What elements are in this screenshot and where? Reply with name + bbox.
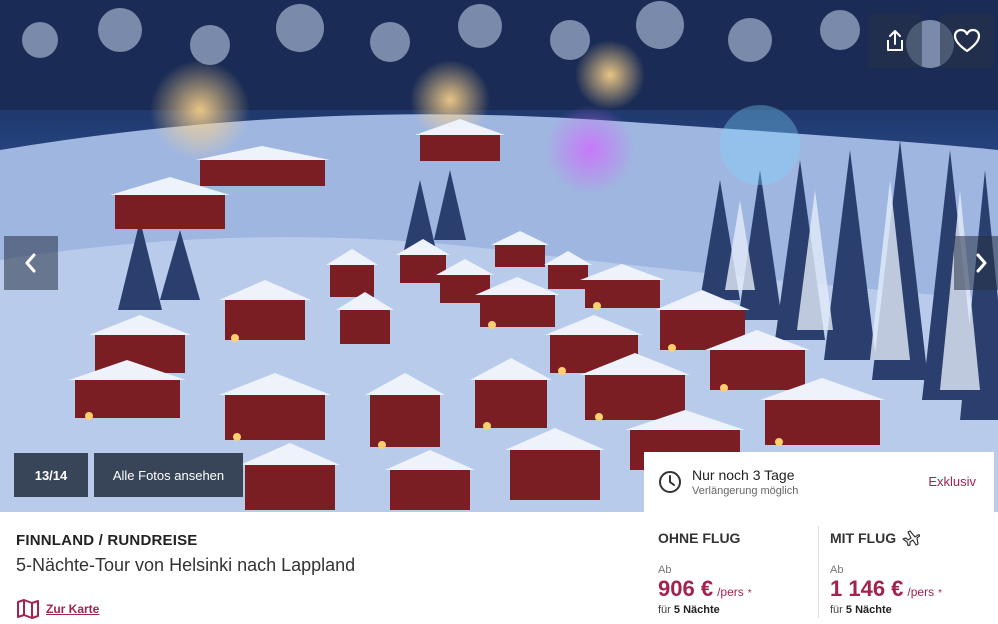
price-asterisk: * xyxy=(747,588,752,599)
price-nights: 5 Nächte xyxy=(845,604,892,616)
price-per: /pers xyxy=(717,585,744,599)
price-for: für xyxy=(658,604,671,616)
map-icon xyxy=(17,599,39,619)
price-value: 1 146 € xyxy=(830,576,904,601)
chevron-right-icon xyxy=(976,253,987,273)
promo-box: Nur noch 3 Tage Verlängerung möglich Exk… xyxy=(644,452,994,512)
tour-category: FINNLAND / RUNDREISE xyxy=(16,532,198,549)
next-photo-button[interactable] xyxy=(954,236,998,290)
clock-icon xyxy=(659,471,681,493)
favorite-button[interactable] xyxy=(940,14,994,68)
price-nights-line: für 5 Nächte xyxy=(658,604,752,616)
photo-counter: 13/14 xyxy=(14,453,88,497)
price-with-flight[interactable]: MIT FLUG Ab 1 146 € /pers * für 5 Nächte xyxy=(830,530,942,616)
price-label: OHNE FLUG xyxy=(658,530,741,546)
airplane-icon xyxy=(902,530,921,546)
price-from: Ab xyxy=(830,564,844,576)
price-from: Ab xyxy=(658,564,672,576)
map-link-label[interactable]: Zur Karte xyxy=(46,602,99,616)
heart-icon xyxy=(953,28,981,53)
map-link[interactable]: Zur Karte xyxy=(16,598,99,620)
share-icon xyxy=(887,30,903,51)
share-button[interactable] xyxy=(868,14,922,68)
snowy-village-photo xyxy=(0,0,998,512)
price-per: /pers xyxy=(907,585,935,599)
promo-title: Nur noch 3 Tage xyxy=(692,467,795,483)
chevron-left-icon xyxy=(25,253,36,273)
gallery-image[interactable]: 13/14 Alle Fotos ansehen Nur noch 3 Tage… xyxy=(0,0,998,512)
tour-info: FINNLAND / RUNDREISE 5-Nächte-Tour von H… xyxy=(16,532,355,576)
price-for: für xyxy=(830,604,843,616)
price-nights: 5 Nächte xyxy=(673,604,720,616)
prev-photo-button[interactable] xyxy=(4,236,58,290)
exclusive-badge: Exklusiv xyxy=(928,474,976,489)
price-without-flight[interactable]: OHNE FLUG Ab 906 € /pers * für 5 Nächte xyxy=(658,530,752,616)
price-label: MIT FLUG xyxy=(830,530,897,546)
price-asterisk: * xyxy=(938,588,942,599)
price-value: 906 € xyxy=(658,576,714,601)
price-divider xyxy=(818,526,819,618)
tour-title: 5-Nächte-Tour von Helsinki nach Lappland xyxy=(16,555,356,575)
promo-subtitle: Verlängerung möglich xyxy=(692,485,799,497)
all-photos-button[interactable]: Alle Fotos ansehen xyxy=(94,453,243,497)
price-nights-line: für 5 Nächte xyxy=(830,604,942,616)
